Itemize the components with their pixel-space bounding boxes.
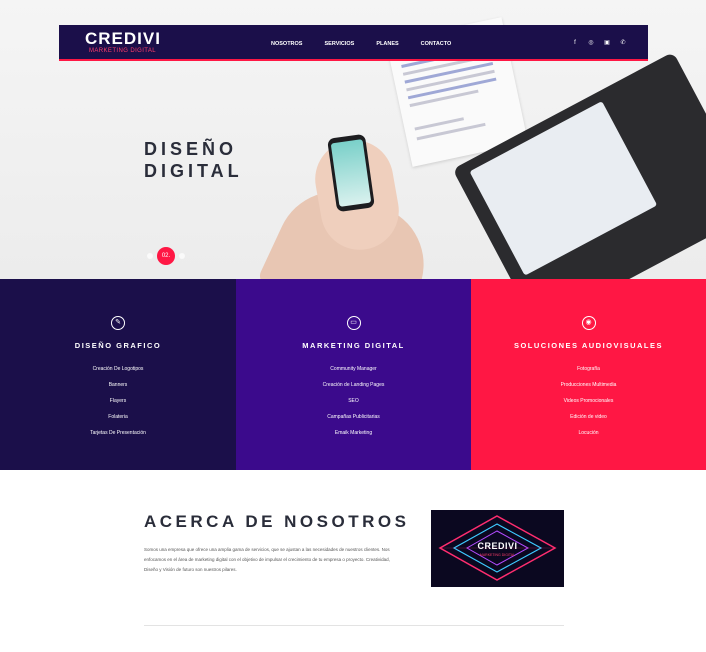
service-list: Fotografía Producciones Multimedia Video… bbox=[471, 361, 706, 441]
youtube-icon[interactable]: ▣ bbox=[603, 39, 611, 47]
logo-title[interactable]: CREDIVI bbox=[85, 29, 161, 49]
nav-link-contacto[interactable]: CONTACTO bbox=[421, 41, 452, 47]
service-item[interactable]: Community Manager bbox=[236, 361, 471, 377]
service-card-marketing: ▭ MARKETING DIGITAL Community Manager Cr… bbox=[236, 279, 471, 470]
logo-tagline: MARKETING DIGITAL bbox=[89, 48, 157, 54]
camera-icon: ◉ bbox=[581, 316, 596, 330]
slider-pagination[interactable]: 02. bbox=[147, 247, 189, 265]
facebook-icon[interactable]: f bbox=[571, 39, 579, 47]
service-item[interactable]: Fotografía bbox=[471, 361, 706, 377]
service-item[interactable]: SEO bbox=[236, 393, 471, 409]
monitor-icon: ▭ bbox=[346, 316, 361, 330]
about-image: CREDIVI MARKETING DIGITAL bbox=[431, 510, 564, 587]
service-list: Community Manager Creación de Landing Pa… bbox=[236, 361, 471, 441]
service-title: DISEÑO GRAFICO bbox=[74, 341, 162, 350]
service-item[interactable]: Folateria bbox=[0, 409, 236, 425]
hero-title: DISEÑO DIGITAL bbox=[144, 139, 243, 181]
service-item[interactable]: Banners bbox=[0, 377, 236, 393]
service-item[interactable]: Creación de Landing Pages bbox=[236, 377, 471, 393]
service-title: MARKETING DIGITAL bbox=[302, 341, 405, 350]
about-text: Somos una empresa que ofrece una amplia … bbox=[144, 547, 390, 572]
social-links: f ◎ ▣ ✆ bbox=[571, 39, 635, 47]
service-card-diseno: ✎ DISEÑO GRAFICO Creación De Logotipos B… bbox=[0, 279, 236, 470]
whatsapp-icon[interactable]: ✆ bbox=[619, 39, 627, 47]
service-item[interactable]: Edición de video bbox=[471, 409, 706, 425]
nav-link-servicios[interactable]: SERVICIOS bbox=[324, 41, 354, 47]
top-navbar: CREDIVI MARKETING DIGITAL NOSOTROS SERVI… bbox=[59, 25, 648, 61]
service-item[interactable]: Creación De Logotipos bbox=[0, 361, 236, 377]
service-list: Creación De Logotipos Banners Flayers Fo… bbox=[0, 361, 236, 441]
service-item[interactable]: Emaik Marketing bbox=[236, 425, 471, 441]
service-item[interactable]: Locución bbox=[471, 425, 706, 441]
section-divider bbox=[144, 625, 564, 626]
service-title: SOLUCIONES AUDIOVISUALES bbox=[513, 341, 664, 350]
services-section: ✎ DISEÑO GRAFICO Creación De Logotipos B… bbox=[0, 279, 706, 470]
nav-link-nosotros[interactable]: NOSOTROS bbox=[271, 41, 302, 47]
slider-dot[interactable] bbox=[179, 253, 185, 259]
image-logo-subtitle: MARKETING DIGITAL bbox=[479, 553, 516, 557]
service-item[interactable]: Campañas Publicitarias bbox=[236, 409, 471, 425]
service-item[interactable]: Producciones Multimedia bbox=[471, 377, 706, 393]
nav-link-planes[interactable]: PLANES bbox=[376, 41, 398, 47]
image-logo-title: CREDIVI bbox=[477, 541, 518, 551]
service-item[interactable]: Tarjetas De Presentación bbox=[0, 425, 236, 441]
service-card-audiovisual: ◉ SOLUCIONES AUDIOVISUALES Fotografía Pr… bbox=[471, 279, 706, 470]
service-item[interactable]: Flayers bbox=[0, 393, 236, 409]
pencil-icon: ✎ bbox=[111, 316, 125, 330]
slider-dot-active[interactable]: 02. bbox=[157, 247, 175, 265]
instagram-icon[interactable]: ◎ bbox=[587, 39, 595, 47]
service-item[interactable]: Videos Promocionales bbox=[471, 393, 706, 409]
about-title: ACERCA DE NOSOTROS bbox=[144, 512, 410, 531]
slider-dot[interactable] bbox=[147, 253, 153, 259]
nav-menu: NOSOTROS SERVICIOS PLANES CONTACTO bbox=[271, 41, 473, 47]
